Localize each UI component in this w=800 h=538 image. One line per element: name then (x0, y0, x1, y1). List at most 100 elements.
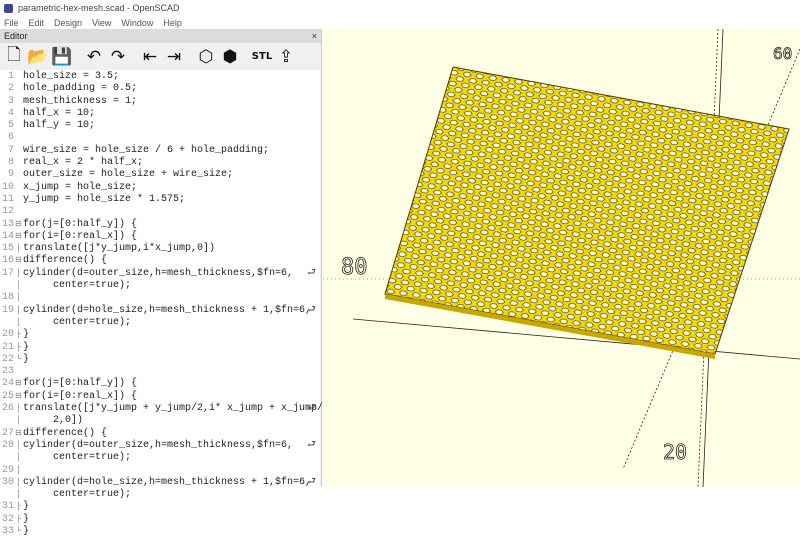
fold-marker: │ (16, 465, 21, 475)
code-text: } (23, 341, 30, 353)
line-number: 32 (1, 513, 14, 525)
render-button[interactable]: ⬢ (220, 47, 240, 67)
openscad-logo-icon (4, 3, 13, 13)
line-number: 13 (1, 218, 14, 230)
preview-icon: ⬡ (198, 46, 214, 67)
fold-marker: │ (16, 477, 21, 487)
redo-icon: ↷ (110, 46, 126, 67)
indent-button[interactable]: ⇥ (164, 47, 184, 67)
fold-marker[interactable]: ⊟ (14, 231, 23, 243)
redo-button[interactable]: ↷ (108, 47, 128, 67)
fold-marker (14, 194, 23, 206)
editor-toolbar: 🗋 📂 💾 ↶ ↷ ⇤ ⇥ ⬡ ⬢ STL ⇪ (0, 43, 321, 70)
code-line: 8 real_x = 2 * half_x; (0, 157, 320, 169)
code-text: for(j=[0:half_y]) { (23, 218, 138, 230)
render-canvas[interactable]: 80 20 60 (323, 29, 800, 487)
code-text: difference() { (23, 427, 108, 439)
code-text: cylinder(d=hole_size,h=mesh_thickness + … (23, 476, 312, 488)
code-text: half_y = 10; (23, 120, 96, 132)
code-line: 24 ⊟ for(j=[0:half_y]) { (0, 378, 320, 390)
fold-marker[interactable]: ⊟ (14, 255, 23, 267)
line-number: 2 (7, 83, 14, 95)
code-text: 2,0]) (23, 415, 84, 427)
line-number: 6 (7, 132, 14, 144)
export-stl-icon: STL (251, 51, 273, 62)
fold-marker (14, 120, 23, 132)
menu-bar: File Edit Design View Window Help (0, 16, 800, 29)
menu-file[interactable]: File (4, 18, 19, 28)
line-number: 26 (1, 403, 14, 415)
save-file-button[interactable]: 💾 (51, 47, 72, 67)
editor-close-button[interactable]: × (312, 31, 317, 41)
fold-marker (14, 83, 23, 95)
code-text: center=true); (23, 280, 132, 292)
line-number: 3 (7, 95, 14, 107)
wrap-indicator-icon: ⮐ (307, 304, 316, 316)
hex-mesh-model (384, 66, 790, 355)
code-line: 21 ├} (0, 342, 320, 354)
code-line: │ center=true); (0, 452, 320, 464)
fold-marker[interactable]: ⊟ (14, 378, 23, 390)
code-text: cylinder(d=hole_size,h=mesh_thickness + … (23, 304, 312, 316)
svg-text:20: 20 (663, 440, 687, 464)
code-text: hole_size = 3.5; (23, 71, 120, 82)
menu-design[interactable]: Design (54, 18, 82, 28)
code-line: │ center=true); (0, 280, 320, 292)
line-number: 24 (1, 378, 14, 390)
fold-marker: │ (16, 317, 21, 327)
code-text: difference() { (23, 255, 108, 267)
title-bar: parametric-hex-mesh.scad - OpenSCAD (0, 0, 800, 16)
indent-icon: ⇥ (166, 46, 182, 67)
new-file-button[interactable]: 🗋 (4, 45, 24, 67)
line-number: 10 (1, 181, 14, 193)
code-line: 4 half_x = 10; (0, 108, 320, 120)
line-number (0, 489, 14, 501)
fold-marker: │ (16, 268, 21, 278)
code-text: center=true); (23, 316, 132, 328)
send-to-print-button[interactable]: ⇪ (276, 47, 296, 67)
code-line: 16 ⊟ difference() { (0, 255, 320, 267)
line-number: 23 (1, 366, 14, 378)
line-number: 14 (1, 230, 14, 242)
undo-button[interactable]: ↶ (84, 47, 104, 67)
3d-viewport[interactable]: 80 20 60 (323, 29, 800, 487)
code-text: mesh_thickness = 1; (23, 95, 138, 107)
code-line: 15 │ translate([j*y_jump,i*x_jump,0]) (0, 243, 320, 255)
menu-window[interactable]: Window (121, 18, 153, 28)
fold-marker (14, 145, 23, 157)
menu-view[interactable]: View (92, 18, 111, 28)
render-icon: ⬢ (222, 46, 238, 67)
line-number: 28 (1, 439, 14, 451)
preview-button[interactable]: ⬡ (196, 47, 216, 67)
code-editor[interactable]: 1 hole_size = 3.5; 2 hole_padding = 0.5; 3 me… (0, 70, 323, 537)
open-file-button[interactable]: 📂 (27, 47, 48, 67)
code-text: center=true); (23, 489, 132, 501)
fold-marker[interactable]: ⊟ (14, 219, 23, 231)
menu-edit[interactable]: Edit (29, 18, 45, 28)
line-number: 20 (1, 329, 14, 341)
code-line: 7 wire_size = hole_size / 6 + hole_paddin… (0, 145, 320, 157)
code-line: 2 hole_padding = 0.5; (0, 83, 320, 95)
code-line: 9 outer_size = hole_size + wire_size; (0, 169, 320, 181)
line-number: 16 (1, 255, 14, 267)
fold-marker[interactable]: ⊟ (14, 428, 23, 440)
wrap-indicator-icon: ⮐ (307, 267, 316, 279)
code-line: 13 ⊟ for(j=[0:half_y]) { (0, 219, 320, 231)
code-text: } (23, 353, 30, 365)
window-title: parametric-hex-mesh.scad - OpenSCAD (18, 3, 180, 13)
code-text: cylinder(d=outer_size,h=mesh_thickness,$… (23, 439, 294, 451)
fold-marker: │ (16, 404, 21, 414)
code-text: y_jump = hole_size * 1.575; (23, 193, 186, 205)
export-stl-button[interactable]: STL (252, 47, 272, 67)
menu-help[interactable]: Help (163, 18, 182, 28)
code-text: cylinder(d=outer_size,h=mesh_thickness,$… (23, 267, 294, 279)
fold-marker: │ (16, 453, 21, 463)
fold-marker (14, 206, 23, 218)
fold-marker[interactable]: ⊟ (14, 391, 23, 403)
unindent-button[interactable]: ⇤ (140, 47, 160, 67)
new-file-icon: 🗋 (7, 45, 21, 65)
fold-marker: │ (16, 416, 21, 426)
code-text: } (23, 525, 30, 537)
editor-title: Editor (4, 31, 28, 41)
line-number: 7 (7, 144, 14, 156)
